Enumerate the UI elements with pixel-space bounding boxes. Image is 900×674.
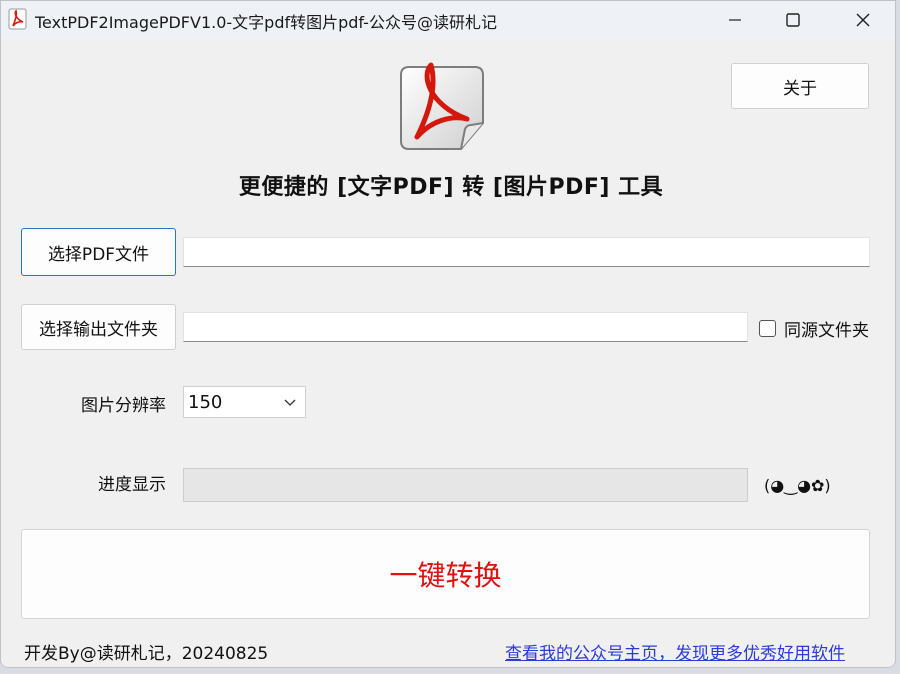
about-button[interactable]: 关于 <box>731 63 869 109</box>
same-folder-option[interactable]: 同源文件夹 <box>759 316 869 341</box>
pdf-app-icon <box>8 8 27 30</box>
emoticon-text: (◕‿◕✿) <box>764 476 831 495</box>
convert-button[interactable]: 一键转换 <box>21 529 870 619</box>
output-folder-input[interactable] <box>183 312 748 342</box>
app-window: TextPDF2ImagePDFV1.0-文字pdf转图片pdf-公众号@读研札… <box>0 0 896 668</box>
minimize-icon <box>729 19 741 21</box>
select-output-folder-button[interactable]: 选择输出文件夹 <box>21 304 176 350</box>
developer-credit: 开发By@读研札记，20240825 <box>24 644 269 664</box>
maximize-button[interactable] <box>765 1 821 39</box>
window-title: TextPDF2ImagePDFV1.0-文字pdf转图片pdf-公众号@读研札… <box>35 13 497 32</box>
select-pdf-button[interactable]: 选择PDF文件 <box>21 228 176 276</box>
resolution-value: 150 <box>188 391 223 413</box>
close-icon <box>856 13 870 27</box>
pdf-path-input[interactable] <box>183 237 870 267</box>
progress-label: 进度显示 <box>98 475 166 495</box>
title-bar: TextPDF2ImagePDFV1.0-文字pdf转图片pdf-公众号@读研札… <box>1 1 895 39</box>
resolution-select[interactable]: 150 <box>183 386 306 418</box>
same-folder-label: 同源文件夹 <box>784 321 869 341</box>
homepage-link[interactable]: 查看我的公众号主页，发现更多优秀好用软件 <box>505 639 845 664</box>
progress-bar <box>183 468 748 502</box>
resolution-label: 图片分辨率 <box>81 396 166 416</box>
acrobat-pdf-logo <box>400 62 484 150</box>
maximize-icon <box>786 13 800 27</box>
page-headline: 更便捷的 [文字PDF] 转 [图片PDF] 工具 <box>238 175 664 200</box>
same-folder-checkbox[interactable] <box>759 320 776 337</box>
chevron-down-icon <box>284 399 296 406</box>
close-button[interactable] <box>835 1 891 39</box>
minimize-button[interactable] <box>707 1 763 39</box>
